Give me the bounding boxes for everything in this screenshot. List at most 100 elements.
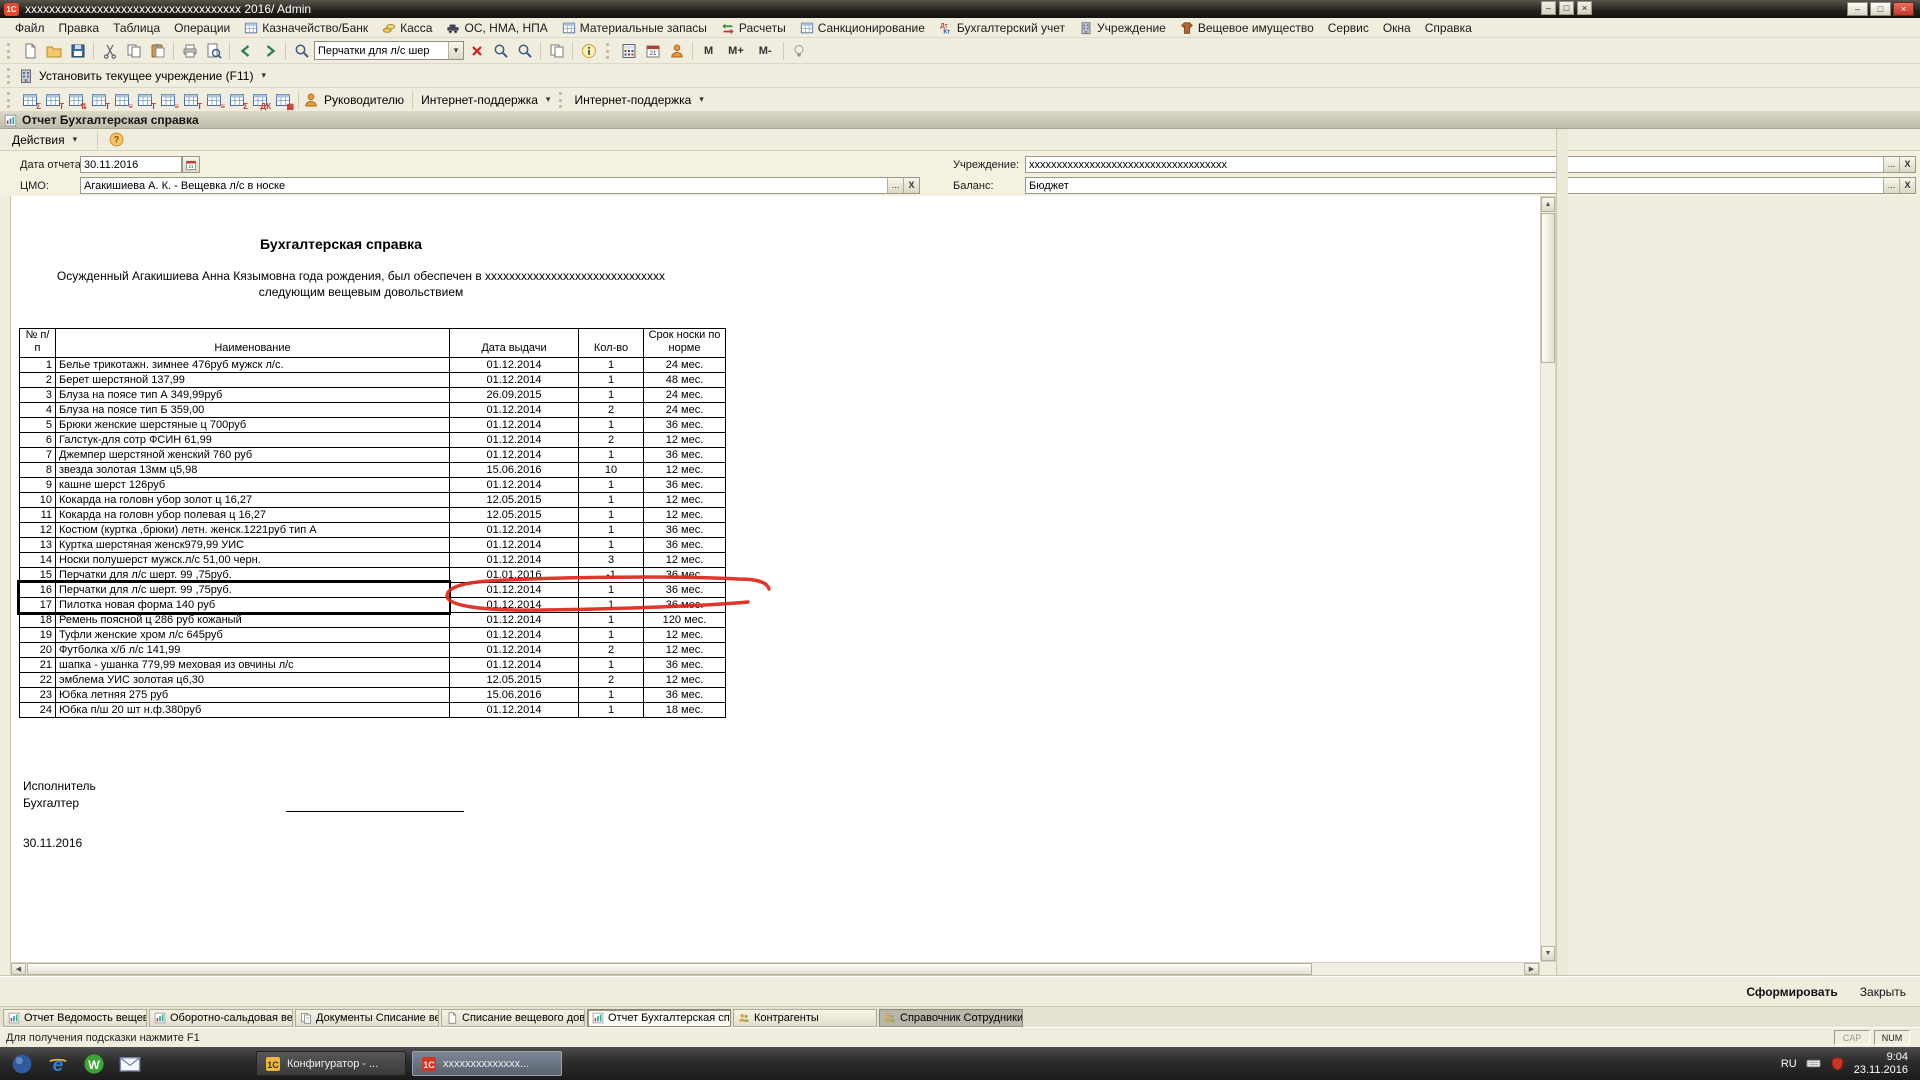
report-date-input[interactable]: 30.11.2016 — [80, 156, 182, 173]
copy-icon[interactable] — [122, 40, 145, 62]
table-cell[interactable]: 1 — [579, 658, 644, 673]
table-cell[interactable]: 01.01.2016 — [450, 568, 579, 583]
table-cell[interactable]: 23 — [20, 688, 56, 703]
table-cell[interactable]: 12 — [20, 523, 56, 538]
menu-item-учреждение[interactable]: Учреждение — [1072, 20, 1173, 36]
menu-item-таблица[interactable]: Таблица — [106, 20, 167, 36]
balance-clear-button[interactable]: X — [1899, 178, 1915, 193]
table-cell[interactable]: Кокарда на головн убор полевая ц 16,27 — [56, 508, 450, 523]
redo-icon[interactable] — [258, 40, 281, 62]
table-cell[interactable]: шапка - ушанка 779,99 меховая из овчины … — [56, 658, 450, 673]
scroll-down-button[interactable]: ▼ — [1541, 946, 1555, 961]
table-cell[interactable]: 12 мес. — [644, 673, 726, 688]
table-cell[interactable]: 1 — [579, 688, 644, 703]
table-cell[interactable]: 1 — [579, 613, 644, 628]
totals-dk-icon[interactable]: Σ — [225, 89, 248, 111]
table-cell[interactable]: 01.12.2014 — [450, 613, 579, 628]
table-cell[interactable]: 16 — [20, 583, 56, 598]
table-cell[interactable]: Ремень поясной ц 286 руб кожаный — [56, 613, 450, 628]
table-cell[interactable]: 13 — [20, 538, 56, 553]
institution-lookup-button[interactable]: ... — [1883, 157, 1899, 172]
menu-item-сервис[interactable]: Сервис — [1321, 20, 1376, 36]
vertical-scroll-thumb[interactable] — [1541, 213, 1555, 363]
tip-of-day-icon[interactable] — [788, 40, 811, 62]
combo-dropdown-arrow[interactable]: ▾ — [448, 42, 463, 59]
table-cell[interactable]: 36 мес. — [644, 583, 726, 598]
table-cell[interactable]: 14 — [20, 553, 56, 568]
vertical-scrollbar[interactable]: ▲ ▼ — [1540, 196, 1556, 962]
table-cell[interactable]: 12 мес. — [644, 553, 726, 568]
table-cell[interactable]: 01.12.2014 — [450, 523, 579, 538]
horizontal-scroll-thumb[interactable] — [27, 963, 1312, 975]
table-cell[interactable]: Футболка х/б л/с 141,99 — [56, 643, 450, 658]
table-cell[interactable]: 24 мес. — [644, 403, 726, 418]
table-cell[interactable]: 1 — [579, 358, 644, 373]
table-cell[interactable]: 5 — [20, 418, 56, 433]
table-cell[interactable]: -1 — [579, 568, 644, 583]
col-issue-date[interactable]: Дата выдачи — [450, 329, 579, 358]
close-report-button[interactable]: Закрыть — [1860, 985, 1906, 999]
table-cell[interactable]: 48 мес. — [644, 373, 726, 388]
calculator-icon[interactable] — [617, 40, 640, 62]
table-cell[interactable]: Брюки женские шерстяные ц 700руб — [56, 418, 450, 433]
table-cell[interactable]: 18 мес. — [644, 703, 726, 718]
table-cell[interactable]: 1 — [579, 388, 644, 403]
table-cell[interactable]: 1 — [579, 703, 644, 718]
table-cell[interactable]: 36 мес. — [644, 568, 726, 583]
table-cell[interactable]: Костюм (куртка ,брюки) летн. женск.1221р… — [56, 523, 450, 538]
toolbar-grip[interactable] — [7, 68, 12, 84]
table-cell[interactable]: 24 — [20, 703, 56, 718]
memory-m-button[interactable]: М — [697, 40, 720, 62]
table-cell[interactable]: 21 — [20, 658, 56, 673]
keyboard-icon[interactable] — [1806, 1056, 1821, 1071]
mdi-minimize-button[interactable]: – — [1541, 1, 1556, 15]
table-cell[interactable]: Юбка п/ш 20 шт н.ф.380руб — [56, 703, 450, 718]
table-cell[interactable]: 36 мес. — [644, 418, 726, 433]
cmo-lookup-button[interactable]: ... — [887, 178, 903, 193]
menu-item-касса[interactable]: Касса — [375, 20, 439, 36]
table-cell[interactable]: 1 — [20, 358, 56, 373]
col-wear-period[interactable]: Срок носки по норме — [644, 329, 726, 358]
table-cell[interactable]: Кокарда на головн убор золот ц 16,27 — [56, 493, 450, 508]
table-cell[interactable]: 3 — [579, 553, 644, 568]
table-cell[interactable]: 20 — [20, 643, 56, 658]
table-cell[interactable]: 4 — [20, 403, 56, 418]
table-cell[interactable]: Белье трикотажн. зимнее 476руб мужск л/с… — [56, 358, 450, 373]
table-cell[interactable]: 12 мес. — [644, 643, 726, 658]
table-cell[interactable]: Галстук-для сотр ФСИН 61,99 — [56, 433, 450, 448]
mdi-restore-button[interactable]: □ — [1559, 1, 1574, 15]
table-cell[interactable]: 1 — [579, 628, 644, 643]
mail-icon[interactable] — [116, 1050, 143, 1077]
table-cell[interactable]: 18 — [20, 613, 56, 628]
table-cell[interactable]: 01.12.2014 — [450, 643, 579, 658]
document-list-icon[interactable]: ≡ — [156, 89, 179, 111]
calendar-icon[interactable] — [641, 40, 664, 62]
memory-m-plus-button[interactable]: М+ — [721, 40, 751, 62]
toolbar-grip[interactable] — [606, 43, 611, 59]
table-cell[interactable]: 15.06.2016 — [450, 688, 579, 703]
print-preview-icon[interactable] — [202, 40, 225, 62]
table-cell[interactable]: 3 — [20, 388, 56, 403]
window-tab[interactable]: Документы Списание веще... — [295, 1009, 439, 1027]
col-number[interactable]: № п/п — [20, 329, 56, 358]
table-cell[interactable]: Туфли женские хром л/с 645руб — [56, 628, 450, 643]
col-name[interactable]: Наименование — [56, 329, 450, 358]
table-cell[interactable]: 1 — [579, 508, 644, 523]
taskbar-enterprise-button[interactable]: xxxxxxxxxxxxxx... — [412, 1051, 562, 1076]
col-quantity[interactable]: Кол-во — [579, 329, 644, 358]
table-cell[interactable]: 1 — [579, 538, 644, 553]
table-cell[interactable]: Пилотка новая форма 140 руб — [56, 598, 450, 613]
window-tab[interactable]: Отчет Ведомость вещевог... — [3, 1009, 147, 1027]
table-cell[interactable]: 12.05.2015 — [450, 493, 579, 508]
table-cell[interactable]: 24 мес. — [644, 358, 726, 373]
menu-item-файл[interactable]: Файл — [8, 20, 52, 36]
set-current-institution-button[interactable]: Установить текущее учреждение (F11) — [35, 69, 257, 83]
table-cell[interactable]: 1 — [579, 583, 644, 598]
checker-sheet-icon[interactable]: ▦ — [271, 89, 294, 111]
table-cell[interactable]: 1 — [579, 373, 644, 388]
institution-clear-button[interactable]: X — [1899, 157, 1915, 172]
internet-explorer-icon[interactable] — [44, 1050, 71, 1077]
table-cell[interactable]: 15.06.2016 — [450, 463, 579, 478]
report-columns-icon[interactable]: Т — [41, 89, 64, 111]
mdi-close-button[interactable]: × — [1577, 1, 1592, 15]
